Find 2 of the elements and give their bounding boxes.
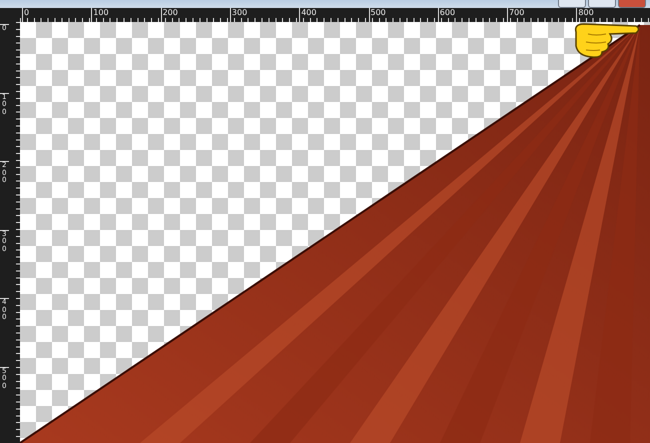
maximize-button[interactable] bbox=[588, 0, 616, 8]
minimize-button[interactable] bbox=[558, 0, 586, 8]
